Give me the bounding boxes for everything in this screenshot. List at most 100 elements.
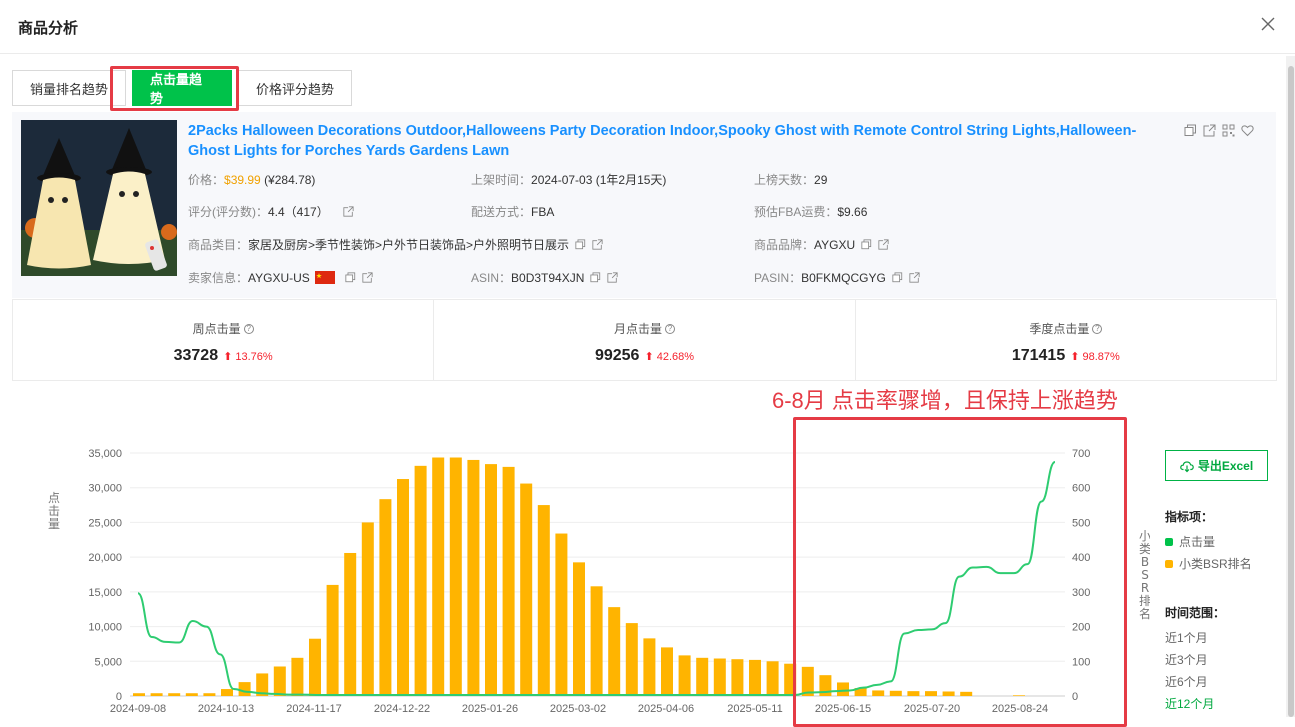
metrics-title: 指标项： (1165, 510, 1214, 524)
y-axis-label-right: R (1141, 581, 1149, 595)
x-tick-label: 2025-04-06 (638, 703, 694, 715)
bar (749, 659, 761, 696)
y-tick-left: 10,000 (88, 622, 122, 634)
y-axis-label-right: S (1141, 568, 1149, 582)
range-3-months[interactable]: 近3个月 (1165, 651, 1208, 668)
seller-info: 卖家信息： AYGXU-US (188, 269, 373, 286)
stat-change: ⬆ 42.68% (644, 351, 695, 363)
product-image[interactable] (21, 120, 177, 276)
bar (326, 584, 339, 696)
bar (344, 552, 357, 696)
stat-value: 171415 (1011, 347, 1066, 364)
bar (520, 483, 533, 696)
x-tick-label: 2024-09-08 (110, 703, 166, 715)
bar (555, 533, 568, 696)
y-axis-label-left: 击 (48, 504, 60, 518)
tab-price-rating[interactable]: 价格评分趋势 (238, 70, 353, 106)
bar (273, 666, 286, 696)
stat-value: 33728 (173, 347, 219, 364)
bar (485, 464, 497, 696)
y-axis-label-left: 量 (48, 517, 60, 531)
product-actions (1184, 124, 1254, 137)
price-info: 价格： $39.99 (¥284.78) (188, 172, 316, 188)
bar (203, 693, 216, 696)
close-icon[interactable] (1258, 14, 1278, 34)
tab-highlight-box (110, 66, 239, 111)
copy-icon[interactable] (575, 239, 586, 250)
bar (678, 655, 691, 696)
bar (731, 659, 744, 696)
listed-info: 上架时间： 2024-07-03 (1年2月15天) (471, 173, 667, 187)
x-tick-label: 2025-03-02 (550, 703, 606, 715)
range-6-months[interactable]: 近6个月 (1165, 673, 1208, 690)
help-icon[interactable]: ? (665, 323, 675, 334)
external-link-icon[interactable] (1203, 124, 1216, 137)
bar (608, 607, 621, 696)
stat-label: 月点击量 (613, 322, 662, 336)
external-link-icon[interactable] (878, 239, 889, 250)
product-title-link[interactable]: 2Packs Halloween Decorations Outdoor,Hal… (188, 121, 1173, 161)
external-link-icon[interactable] (607, 272, 618, 283)
qrcode-icon[interactable] (1222, 124, 1235, 137)
bar (625, 623, 638, 696)
stat-weekly: 周点击量? 33728 ⬆ 13.76% (13, 300, 435, 380)
bar (643, 638, 656, 696)
y-tick-left: 35,000 (88, 448, 122, 460)
help-icon[interactable]: ? (1092, 323, 1103, 334)
heart-icon[interactable] (1241, 124, 1254, 137)
y-tick-left: 30,000 (88, 483, 122, 495)
bar (238, 682, 251, 696)
external-link-icon[interactable] (362, 272, 373, 283)
bar (379, 499, 392, 696)
external-link-icon[interactable] (592, 239, 603, 250)
bar (696, 657, 709, 696)
y-axis-label-left: 点 (48, 491, 60, 505)
click-stats: 周点击量? 33728 ⬆ 13.76% 月点击量? 99256 ⬆ 42.68% … (12, 299, 1277, 381)
scrollbar-thumb[interactable] (1288, 66, 1294, 717)
export-excel-button[interactable]: 导出Excel (1165, 450, 1268, 481)
tab-sales-rank[interactable]: 销量排名趋势 (12, 70, 127, 106)
ship-info: 配送方式： FBA (471, 204, 555, 220)
annotation-text: 6-8月 点击率骤增，且保持上涨趋势 (772, 388, 1118, 413)
modal-title: 商品分析 (18, 20, 79, 37)
stat-value: 99256 (594, 347, 640, 364)
copy-icon[interactable] (861, 239, 872, 250)
y-axis-label-right: 小 (1139, 529, 1150, 543)
range-1-month[interactable]: 近1个月 (1165, 629, 1208, 646)
y-tick-left: 20,000 (88, 552, 122, 564)
help-icon[interactable]: ? (243, 323, 254, 334)
stat-label: 季度点击量 (1029, 322, 1090, 336)
copy-icon[interactable] (1184, 124, 1197, 137)
modal-header: 商品分析 (0, 0, 1295, 54)
y-tick-left: 5,000 (94, 656, 122, 668)
x-tick-label: 2024-12-22 (374, 703, 430, 715)
bar (309, 638, 321, 696)
legend-item-bsr[interactable]: 小类BSR排名 (1165, 555, 1252, 572)
y-axis-label-right: 名 (1139, 606, 1150, 621)
bar (590, 586, 603, 696)
legend-dot (1165, 559, 1173, 568)
bar (766, 661, 779, 696)
range-12-months[interactable]: 近12个月 (1165, 695, 1214, 712)
days-info: 上榜天数： 29 (754, 172, 828, 188)
bar (168, 693, 181, 696)
bar (432, 457, 445, 696)
y-axis-label-right: 排 (1139, 594, 1150, 608)
x-tick-label: 2025-01-26 (462, 703, 518, 715)
y-tick-left: 15,000 (88, 587, 122, 599)
rating-info: 评分(评分数)： 4.4（417） (188, 203, 354, 220)
copy-icon[interactable] (345, 272, 356, 283)
external-link-icon[interactable] (343, 206, 354, 217)
legend-item-clicks[interactable]: 点击量 (1165, 533, 1215, 550)
copy-icon[interactable] (892, 272, 903, 283)
copy-icon[interactable] (590, 272, 601, 283)
bar (221, 689, 233, 696)
external-link-icon[interactable] (909, 272, 920, 283)
bar (537, 505, 550, 696)
y-axis-label-right: 类 (1139, 542, 1150, 556)
bar (185, 693, 198, 696)
y-axis-label-right: B (1141, 555, 1149, 569)
stat-change: ⬆ 98.87% (1070, 351, 1120, 363)
y-tick-left: 25,000 (88, 517, 122, 529)
x-tick-label: 2024-11-17 (286, 703, 341, 715)
